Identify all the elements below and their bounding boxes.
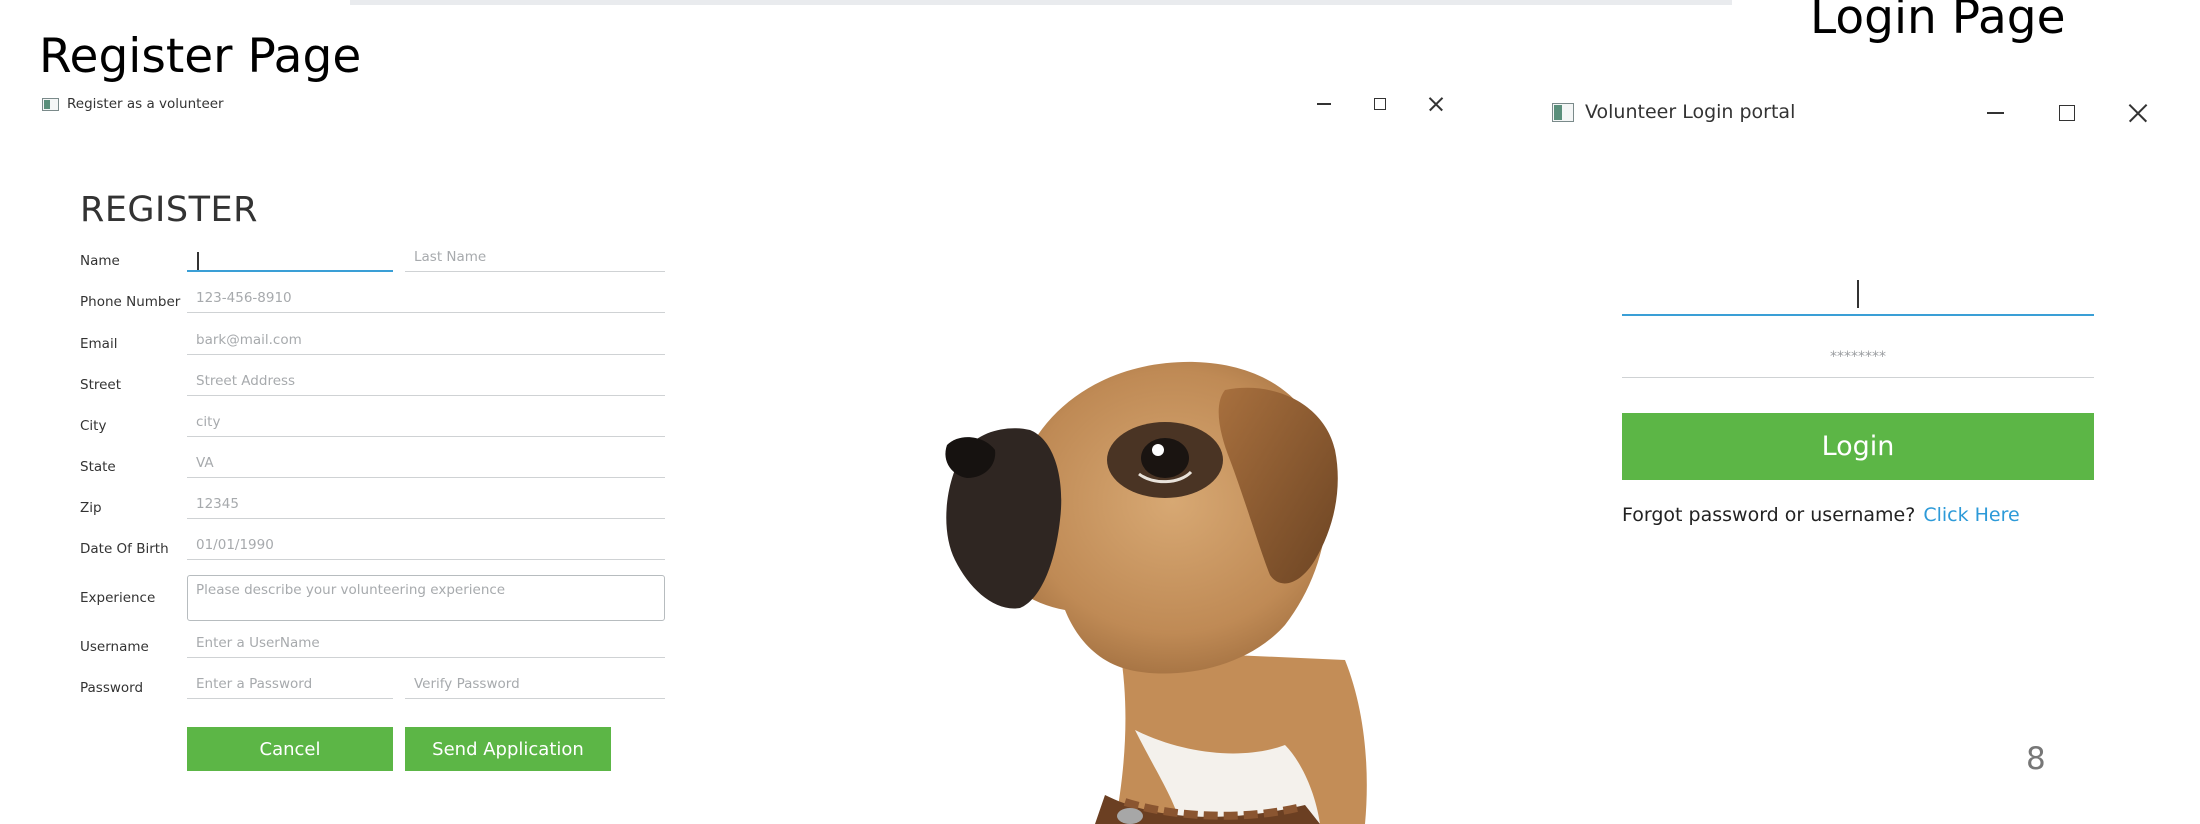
phone-label: Phone Number (80, 294, 181, 310)
login-password-input[interactable] (1622, 336, 2094, 378)
close-button[interactable] (2102, 98, 2173, 128)
close-icon (1428, 96, 1444, 112)
dob-label: Date Of Birth (80, 541, 169, 557)
street-label: Street (80, 377, 122, 393)
password-label: Password (80, 680, 144, 696)
maximize-icon (1374, 98, 1386, 110)
minimize-icon (1317, 103, 1331, 105)
last-name-input[interactable] (405, 246, 665, 272)
slide-top-rule (350, 0, 1732, 5)
email-input[interactable] (187, 329, 665, 355)
register-window-titlebar: Register as a volunteer (42, 96, 224, 112)
register-page-title: Register Page (39, 29, 362, 84)
login-button[interactable]: Login (1622, 413, 2094, 480)
maximize-button[interactable] (2031, 98, 2102, 128)
verify-password-input[interactable] (405, 673, 665, 699)
email-label: Email (80, 336, 118, 352)
state-label: State (80, 459, 116, 475)
app-icon (1552, 102, 1574, 122)
city-input[interactable] (187, 411, 665, 437)
login-window-title: Volunteer Login portal (1585, 101, 1796, 123)
text-cursor (1857, 280, 1859, 308)
cancel-button[interactable]: Cancel (187, 727, 393, 771)
minimize-button[interactable] (1960, 98, 2031, 128)
experience-textarea[interactable] (187, 575, 665, 621)
register-window-controls (1296, 92, 1464, 116)
username-input[interactable] (187, 632, 665, 658)
forgot-password-row: Forgot password or username? Click Here (1622, 504, 2020, 526)
page-number: 8 (2026, 741, 2046, 777)
maximize-icon (2058, 105, 2075, 121)
register-window-title: Register as a volunteer (67, 96, 224, 112)
close-button[interactable] (1408, 92, 1464, 116)
password-input[interactable] (187, 673, 393, 699)
login-window-titlebar: Volunteer Login portal (1552, 101, 1795, 123)
app-icon (42, 97, 59, 111)
close-icon (2128, 103, 2148, 123)
text-cursor (197, 252, 199, 270)
minimize-icon (1987, 112, 2004, 114)
username-label: Username (80, 639, 149, 655)
experience-label: Experience (80, 590, 156, 606)
forgot-password-text: Forgot password or username? (1622, 504, 1916, 526)
send-application-button[interactable]: Send Application (405, 727, 611, 771)
state-input[interactable] (187, 452, 665, 478)
name-label: Name (80, 253, 120, 269)
zip-input[interactable] (187, 493, 665, 519)
city-label: City (80, 418, 107, 434)
phone-input[interactable] (187, 287, 665, 313)
click-here-link[interactable]: Click Here (1923, 504, 2019, 526)
minimize-button[interactable] (1296, 92, 1352, 116)
login-window-controls (1960, 98, 2173, 128)
login-page-title: Login Page (1810, 0, 2066, 45)
maximize-button[interactable] (1352, 92, 1408, 116)
first-name-input[interactable] (187, 246, 393, 272)
street-input[interactable] (187, 370, 665, 396)
register-heading: REGISTER (80, 190, 258, 230)
puppy-photo (945, 361, 1367, 824)
zip-label: Zip (80, 500, 102, 516)
dob-input[interactable] (187, 534, 665, 560)
